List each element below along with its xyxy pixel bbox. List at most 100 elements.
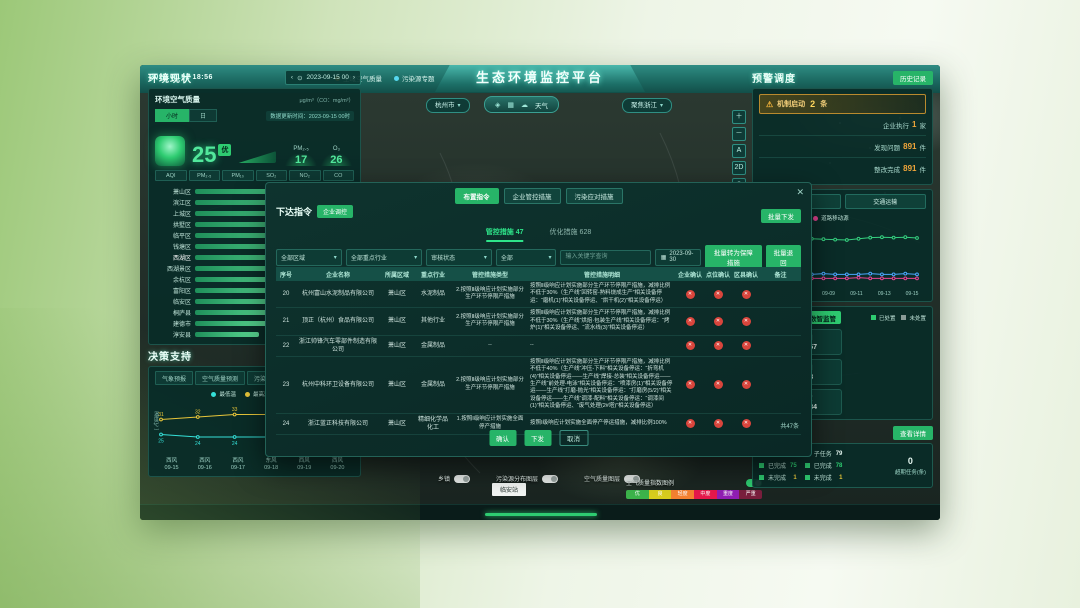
tab-optimize-measures[interactable]: 优化措施628 xyxy=(550,227,592,242)
aqi-weather-icon xyxy=(155,136,185,166)
map-tool-button[interactable]: ＋ xyxy=(732,110,746,124)
weather-chart-ylabel: 温度(℃) xyxy=(153,411,160,430)
layer-toggle-switch[interactable] xyxy=(542,475,558,483)
cell-no: 24 xyxy=(276,414,296,434)
reject-icon[interactable]: ✕ xyxy=(742,290,751,299)
left-panel-title: 环境现状 xyxy=(148,70,192,85)
legend-label: 道路移动源 xyxy=(821,214,849,222)
tab-traffic[interactable]: 交通运输 xyxy=(845,194,927,209)
reject-icon[interactable]: ✕ xyxy=(714,341,723,350)
pollutant-tabs: AQI PM₂.₅ PM₁₀ SO₂ NO₂ CO xyxy=(155,170,354,181)
layer-toggle-label: 空气质量图层 xyxy=(584,474,620,483)
column-header: 管控措施类型 xyxy=(452,270,528,279)
date-picker[interactable]: ▦2023-09-30 xyxy=(655,249,701,266)
reject-icon[interactable]: ✕ xyxy=(714,380,723,389)
task-square-icon xyxy=(759,463,764,468)
reject-icon[interactable]: ✕ xyxy=(686,341,695,350)
trend-x-label: 09-11 xyxy=(842,291,870,297)
history-button[interactable]: 历史记录 xyxy=(893,71,933,85)
reject-icon[interactable]: ✕ xyxy=(714,290,723,299)
status-select-value: 审核状态 xyxy=(431,253,455,262)
tab-control-measures[interactable]: 管控措施47 xyxy=(486,227,524,242)
map-tool-button[interactable]: － xyxy=(732,127,746,141)
tab-hour[interactable]: 小时 xyxy=(155,109,189,122)
pollutant-tab[interactable]: AQI xyxy=(155,170,187,181)
issue-button[interactable]: 下发 xyxy=(524,430,551,446)
pollutant-tab[interactable]: NO₂ xyxy=(289,170,321,181)
air-metric: PM₂.₅ 17 xyxy=(283,146,318,166)
cell-company: 浙江蓝正科技有限公司 xyxy=(296,414,380,434)
confirm-button[interactable]: 确认 xyxy=(489,430,516,446)
tab-day[interactable]: 日 xyxy=(189,109,217,122)
header-nav-item[interactable]: 污染源专题 xyxy=(394,73,435,83)
reject-icon[interactable]: ✕ xyxy=(742,380,751,389)
chevron-down-icon: ▾ xyxy=(414,254,417,261)
modal-top-tab[interactable]: 污染应对措施 xyxy=(566,188,623,204)
enterprise-control-tag[interactable]: 企业调控 xyxy=(317,205,353,218)
cell-company: 浙江帅锋汽车零部件制造有限公司 xyxy=(296,336,380,356)
keyword-search-input[interactable] xyxy=(560,250,650,265)
table-row[interactable]: 20 杭州富山水泥制品有限公司 萧山区 水泥制品 2.按照Ⅱ级响应计划实施部分生… xyxy=(276,281,801,308)
map-tool-button[interactable]: 2D xyxy=(732,161,746,175)
chevron-down-icon: ▾ xyxy=(660,103,663,109)
cell-company-confirm: ✕ xyxy=(676,281,704,307)
prev-date-icon[interactable]: ‹ xyxy=(291,74,293,81)
bottom-bar-indicator[interactable] xyxy=(485,513,597,516)
reject-icon[interactable]: ✕ xyxy=(686,380,695,389)
decision-tab[interactable]: 空气质量预测 xyxy=(195,371,245,385)
reject-icon[interactable]: ✕ xyxy=(742,317,751,326)
scope-select[interactable]: 全部▾ xyxy=(496,249,557,266)
industry-select[interactable]: 全部重点行业 ▾ xyxy=(346,249,422,266)
legend-label: 未处置 xyxy=(909,314,926,322)
layer-toggle: 污染源分布图层 xyxy=(496,474,558,483)
industry-select-value: 全部重点行业 xyxy=(351,253,387,262)
date-navigator[interactable]: ‹ ⊙ 2023-09-15 00 › xyxy=(285,70,361,85)
mechanism-alert-banner[interactable]: ⚠ 机制启动 2 条 xyxy=(759,94,926,114)
close-icon[interactable]: ✕ xyxy=(796,187,804,198)
reject-icon[interactable]: ✕ xyxy=(742,419,751,428)
reject-icon[interactable]: ✕ xyxy=(686,419,695,428)
pollutant-tab[interactable]: PM₂.₅ xyxy=(189,170,221,181)
next-date-icon[interactable]: › xyxy=(353,74,355,81)
cell-measure-type: 2.按照Ⅱ级响应计划实施部分生产环节停限产措施 xyxy=(452,308,528,334)
station-marker-label[interactable]: 临安站 xyxy=(492,483,526,496)
reject-icon[interactable]: ✕ xyxy=(714,419,723,428)
modal-top-tabs: 布置指令 企业管控措施 污染应对措施 xyxy=(455,188,623,204)
map-tool-button[interactable]: A xyxy=(732,144,746,158)
decision-tab[interactable]: 气象预报 xyxy=(155,371,193,385)
modal-top-tab[interactable]: 企业管控措施 xyxy=(504,188,561,204)
cell-industry: 其他行业 xyxy=(414,308,452,334)
status-select[interactable]: 审核状态▾ xyxy=(426,249,492,266)
map-focus-selector[interactable]: 聚焦浙江▾ xyxy=(622,98,672,113)
cell-remark xyxy=(760,357,801,413)
layer-toggle-switch[interactable] xyxy=(454,475,470,483)
column-header: 点位确认 xyxy=(704,270,732,279)
table-row[interactable]: 21 顶正（杭州）食品有限公司 萧山区 其他行业 2.按照Ⅱ级响应计划实施部分生… xyxy=(276,308,801,335)
batch-return-button[interactable]: 批量退回 xyxy=(766,245,801,269)
cancel-button[interactable]: 取消 xyxy=(559,430,588,446)
reject-icon[interactable]: ✕ xyxy=(686,290,695,299)
task-value: 1 xyxy=(793,475,796,481)
table-row[interactable]: 22 浙江帅锋汽车零部件制造有限公司 萧山区 金属制品 -- -- ✕ ✕ ✕ xyxy=(276,336,801,357)
table-row[interactable]: 23 杭州中科环卫设备有限公司 萧山区 金属制品 2.按照Ⅱ级响应计划实施部分生… xyxy=(276,357,801,414)
task-detail-button[interactable]: 查看详情 xyxy=(893,426,933,440)
district-label: 临安区 xyxy=(155,297,195,306)
pollutant-tab[interactable]: PM₁₀ xyxy=(222,170,254,181)
reject-icon[interactable]: ✕ xyxy=(742,341,751,350)
region-select[interactable]: 全部区域▾ xyxy=(276,249,342,266)
total-count: 共47条 xyxy=(780,421,799,430)
batch-convert-button[interactable]: 批量转为保障措施 xyxy=(705,245,762,269)
modal-top-tab[interactable]: 布置指令 xyxy=(455,188,499,204)
pollutant-tab[interactable]: SO₂ xyxy=(256,170,288,181)
cell-company: 顶正（杭州）食品有限公司 xyxy=(296,308,380,334)
reject-icon[interactable]: ✕ xyxy=(714,317,723,326)
reject-icon[interactable]: ✕ xyxy=(686,317,695,326)
map-layer-segment[interactable]: ◈ ▦ ☁ 天气 xyxy=(484,96,559,113)
aqi-level-badge: 优 xyxy=(218,144,231,156)
wind-label: 西风 xyxy=(321,456,354,464)
cloud-icon: ☁ xyxy=(521,101,528,109)
map-city-selector[interactable]: 杭州市▾ xyxy=(426,98,470,113)
pollutant-tab[interactable]: CO xyxy=(323,170,355,181)
layer-toggle: 乡镇 xyxy=(438,474,470,483)
batch-issue-button[interactable]: 批量下发 xyxy=(761,209,801,223)
